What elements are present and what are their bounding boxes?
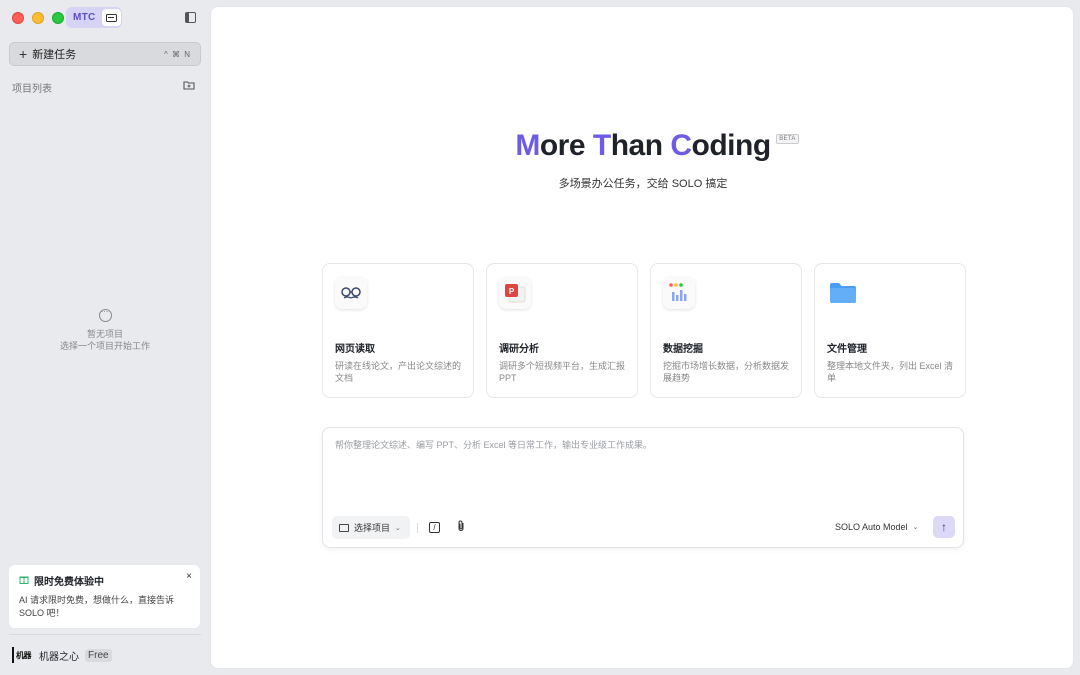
gift-icon [19, 574, 29, 587]
new-task-button[interactable]: + 新建任务 ^ ⌘ N [9, 42, 201, 66]
user-logo: 机器 [12, 647, 33, 663]
promo-title: 限时免费体验中 [34, 577, 104, 588]
empty-hint: 选择一个项目开始工作 [59, 341, 150, 351]
main-panel: More Than Coding BETA 多场景办公任务，交给 SOLO 搞定 … [210, 6, 1074, 669]
empty-projects: 暂无项目 选择一个项目开始工作 [0, 306, 210, 352]
glasses-icon [335, 277, 367, 309]
new-task-label: 新建任务 [32, 49, 77, 61]
title-letter-t: T [592, 129, 611, 162]
slash-command-icon[interactable]: / [429, 522, 440, 533]
attachment-icon[interactable] [456, 520, 466, 535]
chevron-down-icon: ⌄ [395, 524, 401, 532]
title-letter-c: C [670, 129, 692, 162]
card-research[interactable]: P 调研分析 调研多个短视频平台，生成汇报 PPT [486, 263, 638, 398]
svg-text:P: P [509, 287, 515, 296]
card-desc: 整理本地文件夹，列出 Excel 清单 [827, 361, 954, 383]
mode-switch[interactable]: MTC [66, 7, 122, 28]
sidebar-toggle-icon[interactable] [185, 12, 196, 23]
project-select[interactable]: 选择项目 ⌄ [332, 516, 410, 539]
model-label: SOLO Auto Model [835, 522, 908, 532]
user-name: 机器之心 [39, 651, 79, 663]
title-part-oding: oding [691, 129, 772, 162]
title-part-ore: ore [539, 129, 593, 162]
card-data-mining[interactable]: 数据挖掘 挖掘市场增长数据，分析数据发展趋势 [650, 263, 802, 398]
send-button[interactable]: ↑ [933, 516, 955, 538]
maximize-window-button[interactable] [52, 12, 64, 24]
add-folder-icon[interactable] [183, 80, 195, 90]
mtc-mode-label[interactable]: MTC [73, 12, 96, 23]
close-window-button[interactable] [12, 12, 24, 24]
sidebar-divider [9, 634, 201, 635]
sidebar: MTC + 新建任务 ^ ⌘ N 项目列表 暂无项目 选择一个项目开始工作 限时… [0, 0, 210, 675]
card-desc: 挖掘市场增长数据，分析数据发展趋势 [663, 361, 790, 383]
chat-bubble-icon [98, 306, 112, 322]
card-title: 文件管理 [827, 344, 867, 355]
card-title: 调研分析 [499, 344, 539, 355]
hero-title: More Than Coding BETA [515, 129, 799, 163]
new-task-shortcut: ^ ⌘ N [164, 49, 191, 59]
project-select-label: 选择项目 [354, 523, 391, 533]
plus-icon: + [19, 46, 28, 62]
project-list-title: 项目列表 [12, 84, 52, 95]
promo-close-button[interactable]: × [186, 571, 192, 582]
title-part-han: han [610, 129, 671, 162]
folder-icon [339, 523, 349, 532]
model-select[interactable]: SOLO Auto Model ⌄ [835, 522, 918, 532]
task-input[interactable] [335, 440, 935, 450]
card-title: 网页读取 [335, 344, 375, 355]
title-letter-m: M [515, 129, 540, 162]
chart-icon [663, 277, 695, 309]
plan-badge: Free [85, 648, 112, 662]
promo-body: AI 请求限时免费，想做什么，直接告诉 SOLO 吧！ [19, 595, 175, 618]
minimize-window-button[interactable] [32, 12, 44, 24]
hero: More Than Coding BETA 多场景办公任务，交给 SOLO 搞定 [211, 129, 1075, 191]
card-file-management[interactable]: 文件管理 整理本地文件夹，列出 Excel 清单 [814, 263, 966, 398]
beta-badge: BETA [776, 134, 799, 144]
card-desc: 调研多个短视频平台，生成汇报 PPT [499, 361, 626, 383]
card-desc: 研读在线论文，产出论文综述的文档 [335, 361, 462, 383]
window-controls [12, 12, 64, 24]
user-profile[interactable]: 机器 机器之心 Free [12, 647, 112, 663]
hero-subtitle: 多场景办公任务，交给 SOLO 搞定 [558, 178, 728, 190]
toolbar-divider [417, 523, 418, 533]
promo-card: 限时免费体验中 × AI 请求限时免费，想做什么，直接告诉 SOLO 吧！ [9, 565, 200, 628]
folder-icon [827, 277, 859, 309]
empty-title: 暂无项目 [86, 329, 123, 339]
ide-mode-icon[interactable] [101, 9, 121, 26]
task-cards: 网页读取 研读在线论文，产出论文综述的文档 P 调研分析 调研多个短视频平台，生… [322, 263, 966, 398]
chevron-down-icon: ⌄ [912, 524, 919, 531]
task-composer: 选择项目 ⌄ / SOLO Auto Model ⌄ ↑ [322, 427, 964, 548]
card-title: 数据挖掘 [663, 344, 703, 355]
ppt-icon: P [499, 277, 531, 309]
card-web-reading[interactable]: 网页读取 研读在线论文，产出论文综述的文档 [322, 263, 474, 398]
